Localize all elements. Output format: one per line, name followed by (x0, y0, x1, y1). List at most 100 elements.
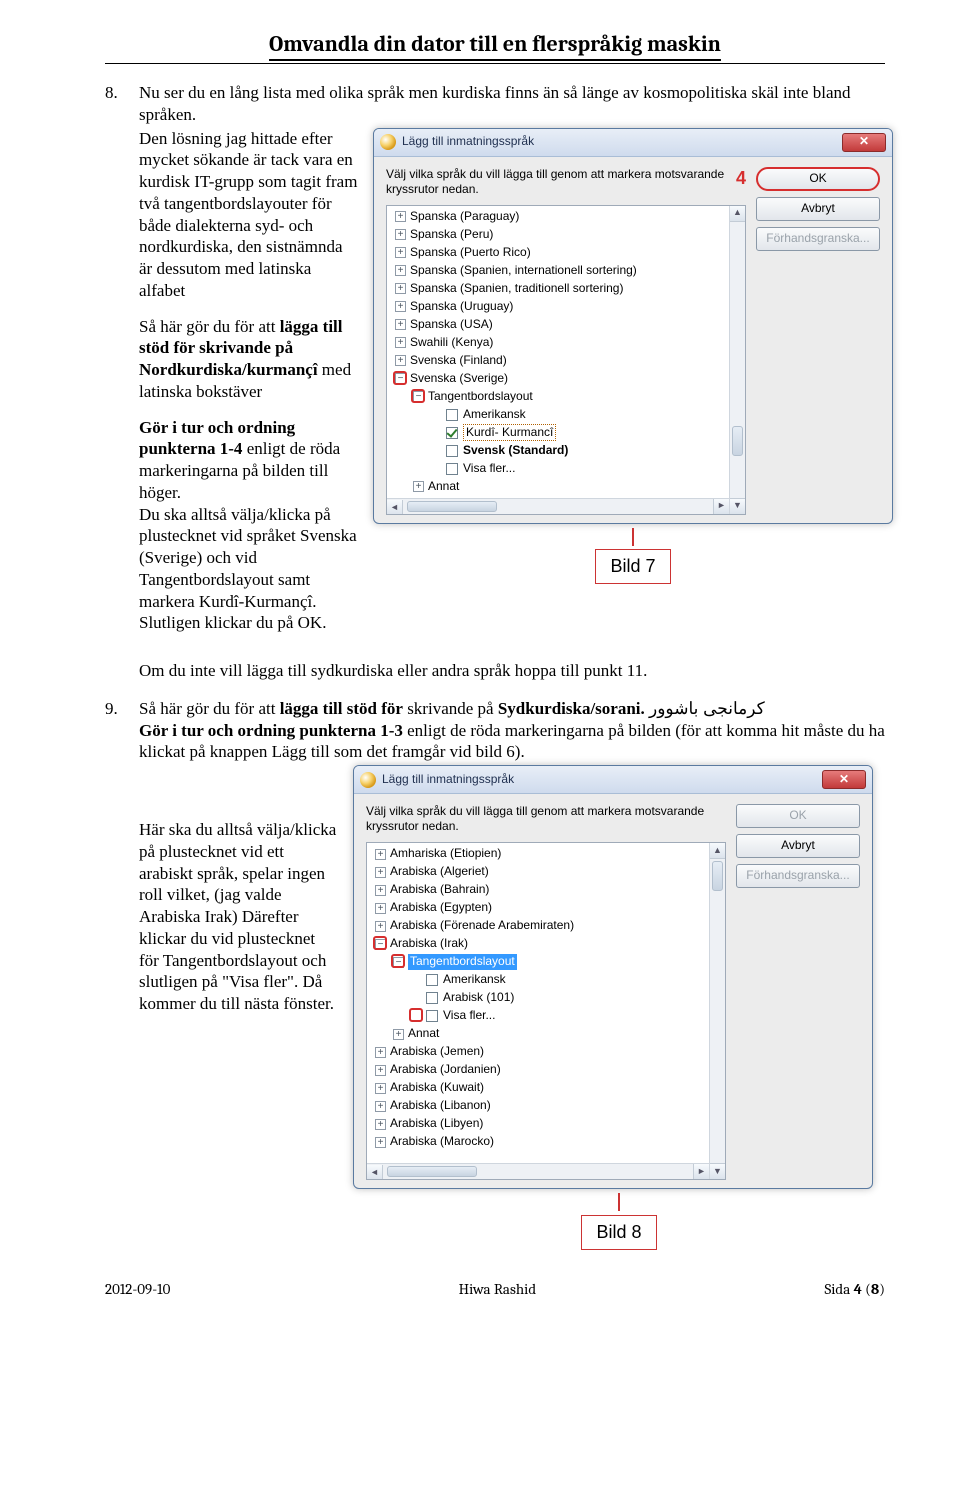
tree-row[interactable]: Svenska (Sverige) (389, 370, 745, 388)
expand-icon[interactable] (395, 265, 406, 276)
tree-row[interactable]: Arabiska (Jordanien) (369, 1061, 725, 1079)
scroll-up-button[interactable]: ▲ (710, 843, 725, 859)
expand-icon[interactable] (375, 903, 386, 914)
tree-item-label: Annat (408, 1026, 439, 1041)
tree-row[interactable]: Spanska (Puerto Rico) (389, 244, 745, 262)
language-tree[interactable]: Amhariska (Etiopien)Arabiska (Algeriet)A… (366, 842, 726, 1180)
tree-row[interactable]: Svensk (Standard) (389, 442, 745, 460)
scroll-down-button[interactable]: ▼ (710, 1163, 725, 1179)
expand-icon[interactable] (395, 283, 406, 294)
expand-icon[interactable] (395, 301, 406, 312)
tree-row[interactable]: Arabiska (Irak) (369, 935, 725, 953)
tree-row[interactable]: Kurdî- Kurmancî (389, 424, 745, 442)
tree-row[interactable]: Amerikansk (369, 971, 725, 989)
tree-row[interactable]: Spanska (Spanien, internationell sorteri… (389, 262, 745, 280)
scroll-hthumb[interactable] (407, 501, 497, 512)
tree-row[interactable]: Arabiska (Algeriet) (369, 863, 725, 881)
expand-icon[interactable] (395, 247, 406, 258)
expand-icon[interactable] (375, 921, 386, 932)
expand-icon[interactable] (375, 1137, 386, 1148)
scroll-hthumb[interactable] (387, 1166, 477, 1177)
scroll-thumb[interactable] (712, 861, 723, 891)
title-underline (105, 63, 885, 64)
checkbox[interactable] (446, 409, 458, 421)
expand-icon[interactable] (395, 337, 406, 348)
scroll-down-button[interactable]: ▼ (730, 498, 745, 514)
tree-row[interactable]: Arabiska (Kuwait) (369, 1079, 725, 1097)
tree-row[interactable]: Spanska (Peru) (389, 226, 745, 244)
tree-row[interactable]: Arabiska (Egypten) (369, 899, 725, 917)
tree-row[interactable]: Amerikansk (389, 406, 745, 424)
expand-icon[interactable] (393, 1029, 404, 1040)
tree-row[interactable]: Annat (369, 1025, 725, 1043)
tree-row[interactable]: Arabiska (Marocko) (369, 1133, 725, 1151)
expand-icon[interactable] (375, 1083, 386, 1094)
tree-row[interactable]: Arabisk (101) (369, 989, 725, 1007)
scroll-thumb[interactable] (732, 426, 743, 456)
footer-author: Hiwa Rashid (459, 1280, 536, 1299)
expand-icon[interactable] (395, 211, 406, 222)
expand-icon[interactable] (395, 319, 406, 330)
tree-item-label: Arabiska (Förenade Arabemiraten) (390, 918, 574, 933)
tree-row[interactable]: Arabiska (Libanon) (369, 1097, 725, 1115)
checkbox[interactable] (446, 445, 458, 457)
scroll-up-button[interactable]: ▲ (730, 206, 745, 222)
tree-row[interactable]: Spanska (Spanien, traditionell sortering… (389, 280, 745, 298)
expand-icon[interactable] (375, 1065, 386, 1076)
scrollbar-horizontal[interactable]: ◄ ► (367, 1163, 709, 1179)
scroll-left-button[interactable]: ◄ (387, 500, 403, 515)
language-tree[interactable]: Spanska (Paraguay)Spanska (Peru) Spanska … (386, 205, 746, 515)
red-highlight-box (409, 1008, 423, 1022)
expand-icon[interactable] (413, 481, 424, 492)
tree-row[interactable]: Arabiska (Jemen) (369, 1043, 725, 1061)
tree-item-label: Visa fler... (463, 461, 515, 476)
scroll-left-button[interactable]: ◄ (367, 1165, 383, 1180)
close-button[interactable]: ✕ (842, 133, 886, 152)
preview-button[interactable]: Förhandsgranska... (756, 227, 880, 251)
checkbox[interactable] (446, 427, 458, 439)
preview-button[interactable]: Förhandsgranska... (736, 864, 860, 888)
tree-item-label: Arabisk (101) (443, 990, 514, 1005)
tree-row[interactable]: Arabiska (Förenade Arabemiraten) (369, 917, 725, 935)
checkbox[interactable] (426, 992, 438, 1004)
expand-icon[interactable] (375, 885, 386, 896)
cancel-button[interactable]: Avbryt (756, 197, 880, 221)
expand-icon[interactable] (375, 1101, 386, 1112)
scrollbar-vertical[interactable]: ▲ ▼ (709, 843, 725, 1179)
tree-row[interactable]: Visa fler... (369, 1007, 725, 1025)
expand-icon[interactable] (395, 229, 406, 240)
tree-row[interactable]: Annat (389, 478, 745, 496)
ok-button[interactable]: OK (736, 804, 860, 828)
expand-icon[interactable] (375, 849, 386, 860)
checkbox[interactable] (426, 974, 438, 986)
scrollbar-horizontal[interactable]: ◄ ► (387, 498, 729, 514)
expand-icon[interactable] (395, 355, 406, 366)
tree-item-label: Arabiska (Libanon) (390, 1098, 491, 1113)
tree-row[interactable]: Spanska (Paraguay) (389, 208, 745, 226)
tree-row[interactable]: Svenska (Finland) (389, 352, 745, 370)
tree-row[interactable]: Tangentbordslayout (389, 388, 745, 406)
scrollbar-vertical[interactable]: ▲ ▼ (729, 206, 745, 514)
s9-p2: Här ska du alltså välja/klicka på pluste… (139, 819, 339, 1015)
tree-row[interactable]: Swahili (Kenya) (389, 334, 745, 352)
scroll-right-button[interactable]: ► (713, 499, 729, 514)
tree-row[interactable]: Spanska (USA) (389, 316, 745, 334)
tree-row[interactable]: Spanska (Uruguay) (389, 298, 745, 316)
cancel-button[interactable]: Avbryt (736, 834, 860, 858)
close-button[interactable]: ✕ (822, 770, 866, 789)
tree-row[interactable]: Visa fler... (389, 460, 745, 478)
tree-row[interactable]: Arabiska (Bahrain) (369, 881, 725, 899)
tree-row[interactable]: Arabiska (Libyen) (369, 1115, 725, 1133)
tree-item-label: Spanska (Peru) (410, 227, 493, 242)
dialog-add-input-language-1: Lägg till inmatningsspråk ✕ Välj vilka s… (373, 128, 893, 524)
ok-button[interactable]: OK (756, 167, 880, 191)
expand-icon[interactable] (375, 1119, 386, 1130)
tree-item-label: Svensk (Standard) (463, 443, 568, 458)
tree-row[interactable]: Tangentbordslayout (369, 953, 725, 971)
expand-icon[interactable] (375, 1047, 386, 1058)
checkbox[interactable] (426, 1010, 438, 1022)
expand-icon[interactable] (375, 867, 386, 878)
checkbox[interactable] (446, 463, 458, 475)
scroll-right-button[interactable]: ► (693, 1164, 709, 1179)
tree-row[interactable]: Amhariska (Etiopien) (369, 845, 725, 863)
